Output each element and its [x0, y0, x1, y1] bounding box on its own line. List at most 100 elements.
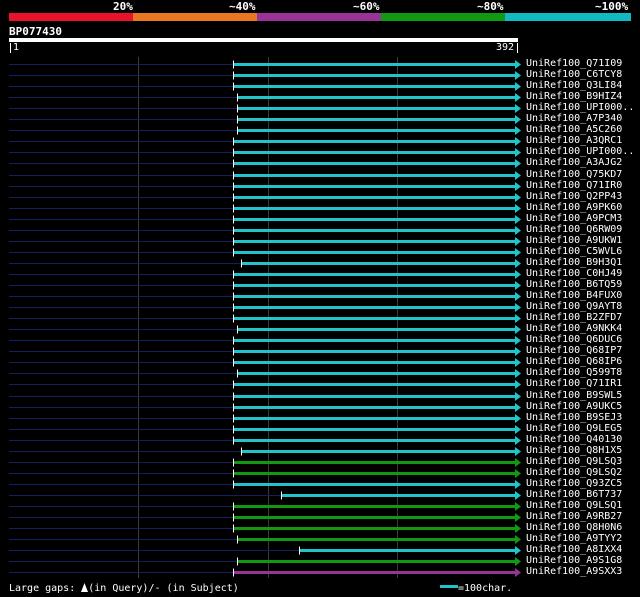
- hit-bar[interactable]: [234, 317, 515, 320]
- hit-label[interactable]: UniRef100_Q6RW09: [526, 224, 622, 235]
- hit-label[interactable]: UniRef100_C5WVL6: [526, 246, 622, 257]
- hit-row[interactable]: [9, 392, 521, 401]
- hit-row[interactable]: [9, 270, 521, 279]
- hit-row[interactable]: [9, 237, 521, 246]
- hit-bar[interactable]: [238, 538, 515, 541]
- hit-label[interactable]: UniRef100_Q2PP43: [526, 191, 622, 202]
- hit-row[interactable]: [9, 159, 521, 168]
- hit-label[interactable]: UniRef100_B9SEJ3: [526, 412, 622, 423]
- hit-row[interactable]: [9, 137, 521, 146]
- hit-bar[interactable]: [234, 395, 515, 398]
- hit-bar[interactable]: [242, 450, 515, 453]
- hit-label[interactable]: UniRef100_Q9LEG5: [526, 423, 622, 434]
- hit-bar[interactable]: [234, 240, 515, 243]
- hit-bar[interactable]: [234, 306, 515, 309]
- hit-row[interactable]: [9, 303, 521, 312]
- hit-label[interactable]: UniRef100_B4FUX0: [526, 290, 622, 301]
- hit-row[interactable]: [9, 347, 521, 356]
- hit-row[interactable]: [9, 248, 521, 257]
- hit-row[interactable]: [9, 314, 521, 323]
- hit-bar[interactable]: [238, 118, 515, 121]
- hit-bar[interactable]: [234, 516, 515, 519]
- hit-row[interactable]: [9, 469, 521, 478]
- hit-label[interactable]: UniRef100_Q3LI84: [526, 80, 622, 91]
- hit-row[interactable]: [9, 115, 521, 124]
- hit-row[interactable]: [9, 358, 521, 367]
- hit-row[interactable]: [9, 568, 521, 577]
- hit-label[interactable]: UniRef100_B9H3Q1: [526, 257, 622, 268]
- hit-label[interactable]: UniRef100_B6T737: [526, 489, 622, 500]
- hit-row[interactable]: [9, 325, 521, 334]
- hit-label[interactable]: UniRef100_A7P340: [526, 113, 622, 124]
- hit-row[interactable]: [9, 369, 521, 378]
- hit-label[interactable]: UniRef100_Q71IR0: [526, 180, 622, 191]
- hit-label[interactable]: UniRef100_A9S1G8: [526, 555, 622, 566]
- hit-bar[interactable]: [234, 229, 515, 232]
- hit-label[interactable]: UniRef100_B2ZFD7: [526, 312, 622, 323]
- hit-bar[interactable]: [234, 207, 515, 210]
- hit-label[interactable]: UniRef100_Q68IP7: [526, 345, 622, 356]
- hit-label[interactable]: UniRef100_Q8H1X5: [526, 445, 622, 456]
- hit-label[interactable]: UniRef100_UPI000..: [526, 102, 634, 113]
- hit-row[interactable]: [9, 204, 521, 213]
- hit-bar[interactable]: [234, 505, 515, 508]
- hit-row[interactable]: [9, 414, 521, 423]
- hit-bar[interactable]: [234, 251, 515, 254]
- hit-row[interactable]: [9, 436, 521, 445]
- hit-row[interactable]: [9, 82, 521, 91]
- hit-bar[interactable]: [234, 461, 515, 464]
- hit-row[interactable]: [9, 502, 521, 511]
- hit-bar[interactable]: [234, 162, 515, 165]
- hit-bar[interactable]: [234, 185, 515, 188]
- hit-bar[interactable]: [234, 383, 515, 386]
- hit-bar[interactable]: [238, 328, 515, 331]
- hit-label[interactable]: UniRef100_A9TYY2: [526, 533, 622, 544]
- hit-label[interactable]: UniRef100_A9UKW1: [526, 235, 622, 246]
- hit-label[interactable]: UniRef100_B9HIZ4: [526, 91, 622, 102]
- hit-row[interactable]: [9, 71, 521, 80]
- hit-label[interactable]: UniRef100_Q40130: [526, 434, 622, 445]
- hit-label[interactable]: UniRef100_A3AJG2: [526, 157, 622, 168]
- hit-label[interactable]: UniRef100_Q71IR1: [526, 378, 622, 389]
- hit-row[interactable]: [9, 171, 521, 180]
- hit-bar[interactable]: [234, 74, 515, 77]
- hit-bar[interactable]: [234, 350, 515, 353]
- hit-bar[interactable]: [234, 417, 515, 420]
- hit-label[interactable]: UniRef100_C0HJ49: [526, 268, 622, 279]
- hit-row[interactable]: [9, 226, 521, 235]
- hit-bar[interactable]: [234, 174, 515, 177]
- hit-bar[interactable]: [234, 339, 515, 342]
- hit-label[interactable]: UniRef100_A3QRC1: [526, 135, 622, 146]
- hit-bar[interactable]: [234, 196, 515, 199]
- hit-bar[interactable]: [234, 284, 515, 287]
- hit-bar[interactable]: [234, 571, 515, 574]
- hit-label[interactable]: UniRef100_Q71I09: [526, 58, 622, 69]
- hit-bar[interactable]: [234, 218, 515, 221]
- hit-bar[interactable]: [234, 472, 515, 475]
- hit-row[interactable]: [9, 480, 521, 489]
- hit-label[interactable]: UniRef100_B9SWL5: [526, 390, 622, 401]
- hit-bar[interactable]: [234, 273, 515, 276]
- hit-label[interactable]: UniRef100_C6TCY8: [526, 69, 622, 80]
- hit-row[interactable]: [9, 380, 521, 389]
- hit-row[interactable]: [9, 425, 521, 434]
- hit-label[interactable]: UniRef100_Q9AYT8: [526, 301, 622, 312]
- hit-bar[interactable]: [234, 406, 515, 409]
- hit-label[interactable]: UniRef100_Q9LSQ2: [526, 467, 622, 478]
- hit-bar[interactable]: [234, 527, 515, 530]
- hit-row[interactable]: [9, 336, 521, 345]
- hit-label[interactable]: UniRef100_Q9LSQ3: [526, 456, 622, 467]
- hit-label[interactable]: UniRef100_Q9LSQ1: [526, 500, 622, 511]
- hit-label[interactable]: UniRef100_A9PK60: [526, 202, 622, 213]
- hit-row[interactable]: [9, 447, 521, 456]
- hit-label[interactable]: UniRef100_Q68IP6: [526, 356, 622, 367]
- hit-row[interactable]: [9, 259, 521, 268]
- hit-label[interactable]: UniRef100_UPI000..: [526, 146, 634, 157]
- hit-label[interactable]: UniRef100_A9NKK4: [526, 323, 622, 334]
- hit-row[interactable]: [9, 491, 521, 500]
- hit-bar[interactable]: [234, 295, 515, 298]
- hit-row[interactable]: [9, 513, 521, 522]
- hit-row[interactable]: [9, 215, 521, 224]
- hit-row[interactable]: [9, 524, 521, 533]
- hit-bar[interactable]: [238, 107, 515, 110]
